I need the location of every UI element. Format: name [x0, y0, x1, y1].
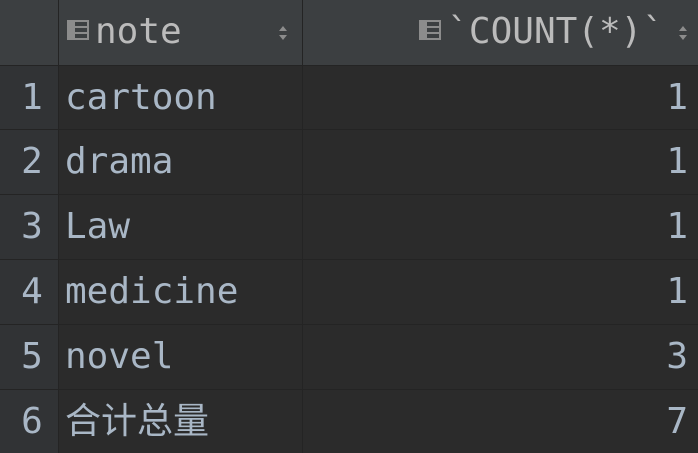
note-cell[interactable]: novel [59, 325, 302, 389]
column-icon [419, 20, 442, 40]
table-row[interactable]: 3 Law 1 [0, 195, 698, 259]
sort-icon[interactable] [678, 24, 688, 42]
note-cell[interactable]: cartoon [59, 66, 302, 129]
count-cell[interactable]: 1 [303, 130, 698, 194]
column-header-label: `COUNT(*)` [447, 11, 664, 52]
note-cell[interactable]: Law [59, 195, 302, 259]
grid-line [0, 324, 698, 325]
row-number[interactable]: 6 [6, 390, 58, 453]
note-cell[interactable]: medicine [59, 260, 302, 324]
column-divider[interactable] [302, 0, 303, 453]
column-divider[interactable] [58, 0, 59, 453]
row-number[interactable]: 4 [6, 260, 58, 324]
grid-line [0, 194, 698, 195]
table-row[interactable]: 1 cartoon 1 [0, 66, 698, 129]
count-cell[interactable]: 1 [303, 195, 698, 259]
count-cell[interactable]: 7 [303, 390, 698, 453]
column-header-count[interactable]: `COUNT(*)` [303, 0, 698, 65]
corner-cell[interactable] [6, 0, 58, 65]
count-cell[interactable]: 3 [303, 325, 698, 389]
table-row[interactable]: 6 合计总量 7 [0, 390, 698, 453]
grid-line [0, 129, 698, 130]
grid-line [0, 389, 698, 390]
header-row: note `COUNT(*)` [0, 0, 698, 65]
grid-line [0, 65, 698, 66]
grid-line [0, 259, 698, 260]
table-row[interactable]: 5 novel 3 [0, 325, 698, 389]
sort-icon[interactable] [278, 24, 288, 42]
table-row[interactable]: 4 medicine 1 [0, 260, 698, 324]
row-number[interactable]: 3 [6, 195, 58, 259]
table-row[interactable]: 2 drama 1 [0, 130, 698, 194]
column-icon [67, 20, 89, 40]
note-cell[interactable]: 合计总量 [59, 390, 302, 453]
result-grid: note `COUNT(*)` 1 cartoon 1 2 drama 1 3 … [0, 0, 698, 453]
row-number[interactable]: 2 [6, 130, 58, 194]
count-cell[interactable]: 1 [303, 260, 698, 324]
column-header-label: note [95, 11, 182, 52]
note-cell[interactable]: drama [59, 130, 302, 194]
row-number[interactable]: 1 [6, 66, 58, 129]
row-number[interactable]: 5 [6, 325, 58, 389]
column-header-note[interactable]: note [59, 0, 302, 65]
count-cell[interactable]: 1 [303, 66, 698, 129]
